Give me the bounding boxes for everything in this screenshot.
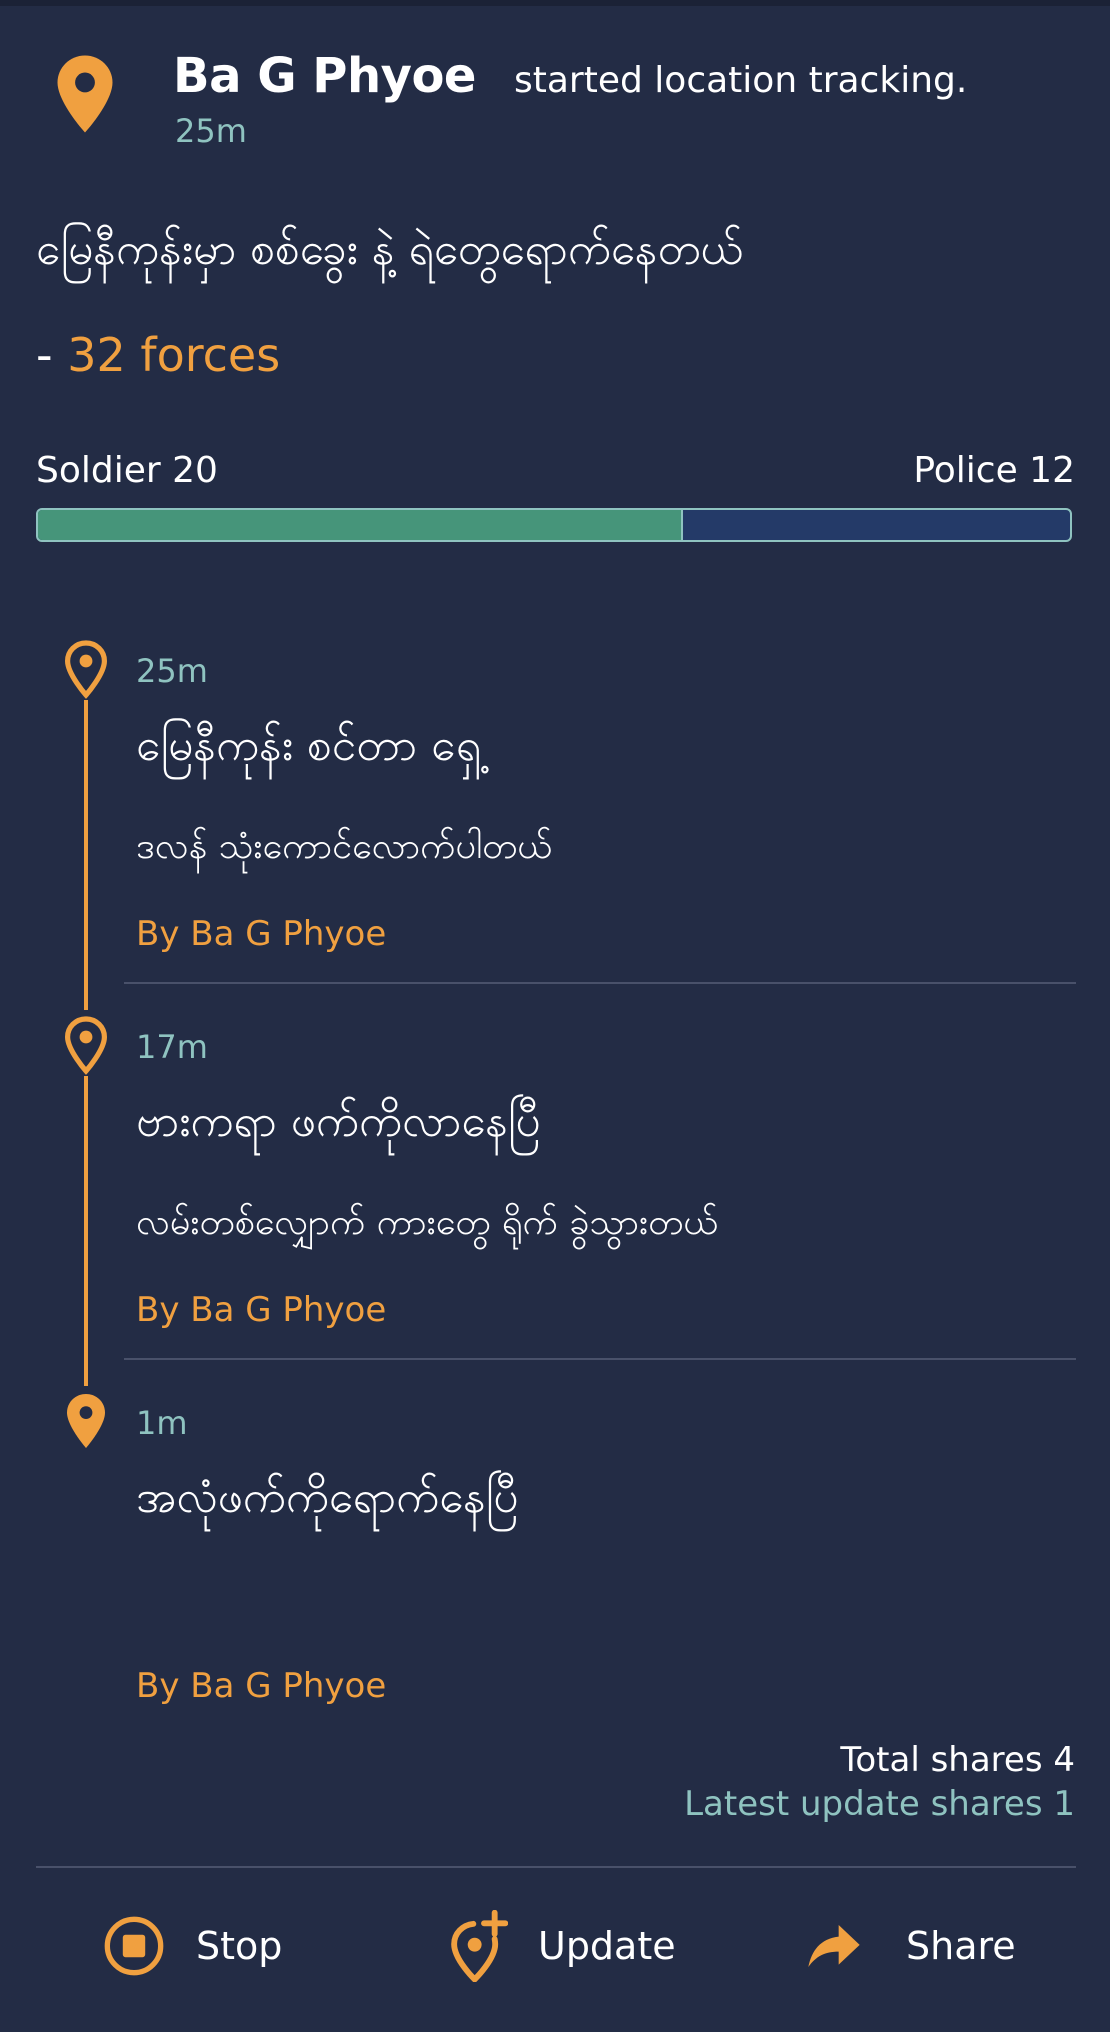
entry-author[interactable]: By Ba G Phyoe <box>136 1666 386 1706</box>
entry-title: မြေနီကုန်း စင်တာ ရှေ့ <box>136 720 482 771</box>
entry-time: 25m <box>136 652 208 690</box>
share-button[interactable]: Share <box>806 1906 1016 1986</box>
entry-time: 17m <box>136 1028 208 1066</box>
location-pin-icon <box>62 1390 110 1452</box>
top-edge <box>0 0 1110 6</box>
update-button[interactable]: Update <box>444 1906 676 1986</box>
police-count-label: Police 12 <box>913 450 1075 491</box>
location-pin-icon <box>62 1014 110 1076</box>
share-label: Share <box>906 1924 1016 1968</box>
share-arrow-icon <box>806 1922 862 1970</box>
entry-body: လမ်းတစ်လျှောက် ကားတွေ ရိုက် ခွဲသွားတယ် <box>136 1202 719 1243</box>
add-location-icon <box>444 1910 508 1982</box>
entry-body: ဒလန် သုံးကောင်လောက်ပါတယ် <box>136 826 553 867</box>
stop-button[interactable]: Stop <box>102 1906 282 1986</box>
entry-title: ဗားကရာ ဖက်ကိုလာနေပြီ <box>136 1096 541 1147</box>
location-pin-icon <box>52 52 118 136</box>
entry-divider <box>124 982 1076 984</box>
timeline-connector <box>84 1076 88 1386</box>
update-label: Update <box>538 1924 676 1968</box>
footer-divider <box>36 1866 1076 1868</box>
entry-author[interactable]: By Ba G Phyoe <box>136 1290 386 1330</box>
report-title: မြေနီကုန်းမှာ စစ်ခွေး နဲ့ ရဲတွေရောက်နေတယ… <box>36 224 744 275</box>
entry-divider <box>124 1358 1076 1360</box>
tracker-name[interactable]: Ba G Phyoe <box>173 48 476 104</box>
tracking-status-text: started location tracking. <box>514 60 968 101</box>
total-shares: Total shares 4 <box>840 1740 1075 1780</box>
stop-circle-icon <box>102 1914 166 1978</box>
forces-ratio-bar <box>36 508 1072 542</box>
forces-prefix: - <box>36 328 53 382</box>
stop-label: Stop <box>196 1924 283 1968</box>
latest-update-shares: Latest update shares 1 <box>684 1784 1075 1824</box>
forces-count: 32 forces <box>67 328 281 382</box>
header-time-ago: 25m <box>175 112 247 150</box>
forces-summary: - 32 forces <box>36 328 280 382</box>
soldier-count-label: Soldier 20 <box>36 450 218 491</box>
entry-time: 1m <box>136 1404 188 1442</box>
entry-title: အလုံဖက်ကိုရောက်နေပြီ <box>136 1472 519 1523</box>
timeline-connector <box>84 700 88 1010</box>
soldier-fill <box>38 510 683 540</box>
entry-author[interactable]: By Ba G Phyoe <box>136 914 386 954</box>
location-pin-icon <box>62 638 110 700</box>
